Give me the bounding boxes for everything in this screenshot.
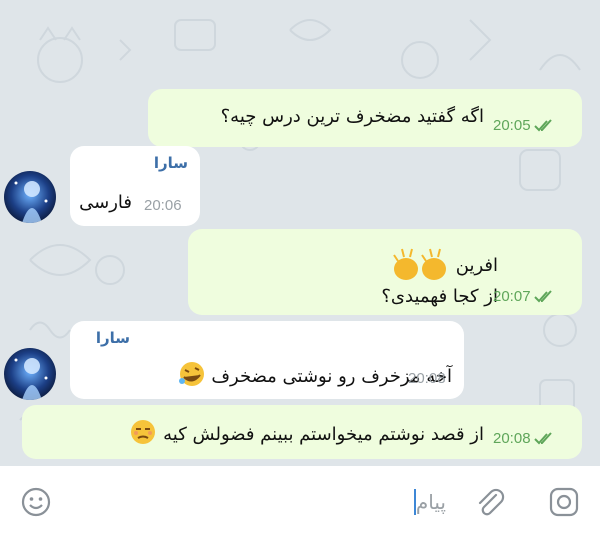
clapping-hands-emoji-icon [393,248,447,280]
message-bubble-outgoing[interactable]: از قصد نوشتم میخواستم ببینم فضولش کیه 20… [22,405,582,459]
avatar[interactable] [4,171,56,223]
emoji-button[interactable] [20,486,52,522]
unamused-face-emoji-icon [131,420,156,444]
sender-name: سارا [95,329,130,347]
message-time: 20:05 [493,117,531,134]
message-line: افرین [390,243,498,283]
double-check-icon [533,118,552,131]
rolling-laughing-emoji-icon [178,362,204,386]
emoji-icon [21,487,51,517]
camera-icon [549,487,579,517]
sender-name: سارا [153,154,188,172]
double-check-icon [533,431,552,444]
message-input-bar: پیام [0,466,600,539]
message-meta: 20:05 [493,117,555,134]
double-check-icon [533,289,552,302]
message-time: 20:07 [493,288,531,305]
message-meta: 20:07 [493,288,555,305]
message-time: 20:08 [493,430,531,447]
message-bubble-incoming[interactable]: سارا آخه مزخرف رو نوشتی مضخرف 20:08 [70,321,464,399]
message-bubble-outgoing[interactable]: افرین از کجا فهمیدی؟ 20:07 [188,229,582,315]
message-time: 20:06 [144,197,182,214]
message-line: از قصد نوشتم میخواستم ببینم فضولش کیه [129,419,484,448]
message-time: 20:08 [408,370,446,387]
avatar[interactable] [4,348,56,400]
avatar-image [4,171,56,223]
message-bubble-incoming[interactable]: سارا فارسی 20:06 [70,146,200,226]
input-placeholder: پیام [415,490,446,514]
message-text-line-1: افرین [455,255,498,276]
attach-button[interactable] [472,485,506,523]
attach-icon [478,488,505,516]
message-text: از قصد نوشتم میخواستم ببینم فضولش کیه [163,424,484,445]
chat-area: اگه گفتید مضخرف ترین درس چیه؟ 20:05 سارا… [0,0,600,466]
message-input[interactable]: پیام [110,484,450,520]
avatar-image [4,348,56,400]
camera-button[interactable] [548,486,580,522]
message-text-line-2: از کجا فهمیدی؟ [381,286,498,307]
message-meta: 20:08 [493,430,555,447]
message-bubble-outgoing[interactable]: اگه گفتید مضخرف ترین درس چیه؟ 20:05 [148,89,582,147]
message-text: اگه گفتید مضخرف ترین درس چیه؟ [220,106,484,127]
message-text: فارسی [79,192,132,213]
